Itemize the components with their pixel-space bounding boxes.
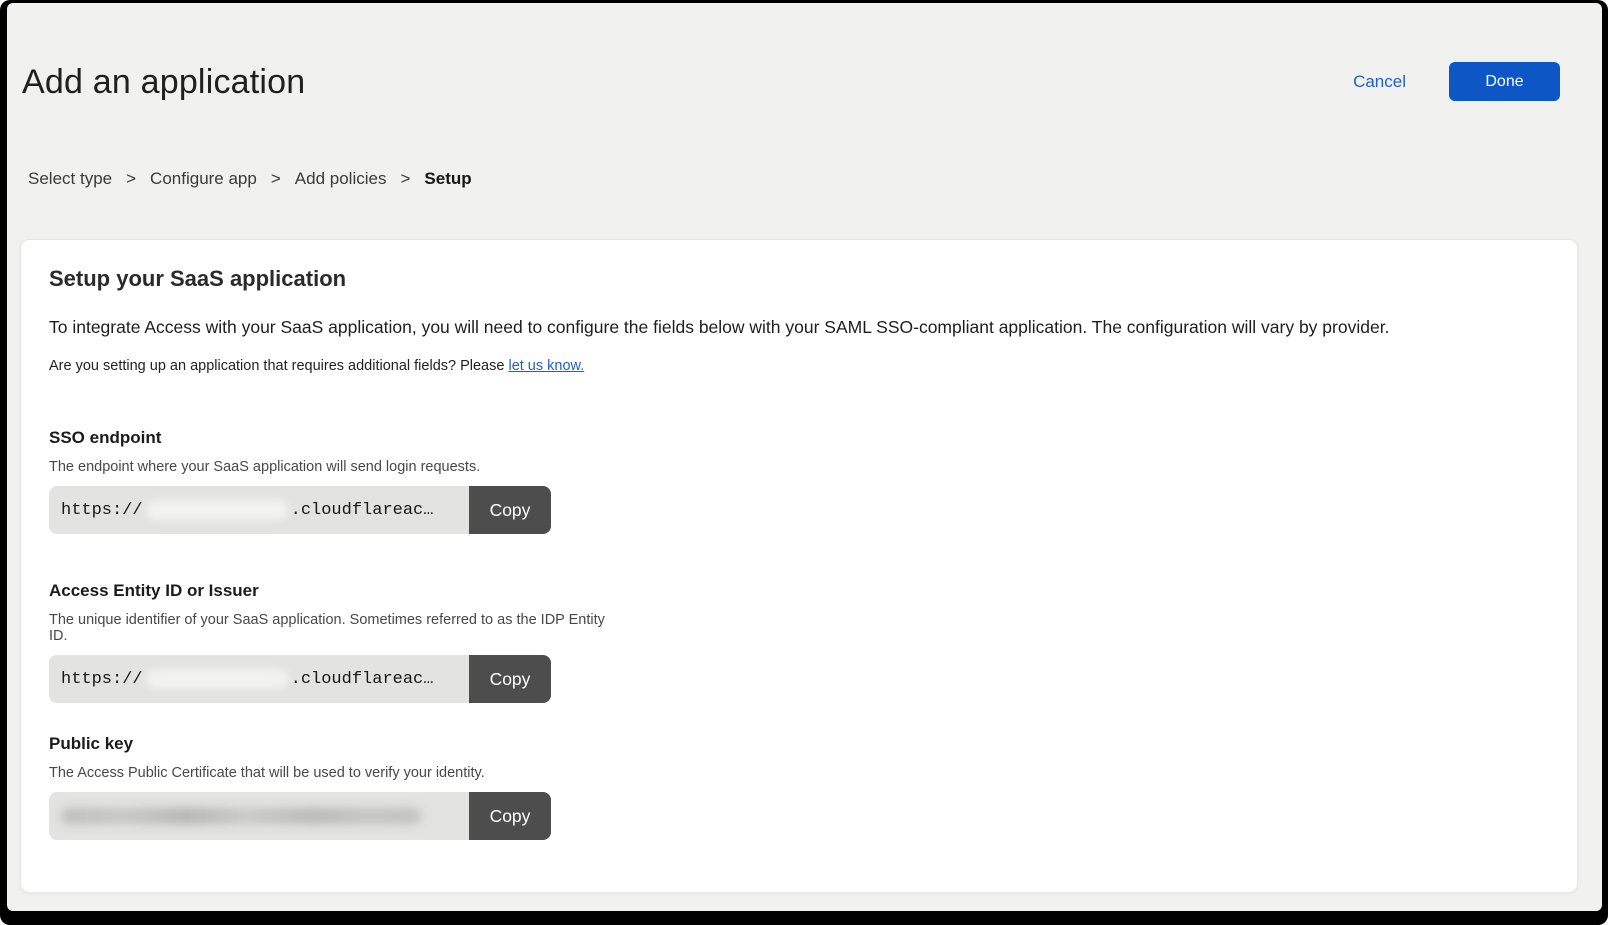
card-note: Are you setting up an application that r…: [49, 358, 584, 374]
field-label: Access Entity ID or Issuer: [49, 581, 609, 601]
access-entity-id-value[interactable]: https://.cloudflareac…: [49, 655, 469, 703]
breadcrumb: Select type > Configure app > Add polici…: [28, 169, 472, 189]
breadcrumb-configure-app[interactable]: Configure app: [150, 169, 257, 189]
card-heading: Setup your SaaS application: [49, 266, 346, 292]
card-intro-text: To integrate Access with your SaaS appli…: [49, 317, 1549, 338]
field-label: SSO endpoint: [49, 428, 609, 448]
cancel-button[interactable]: Cancel: [1353, 72, 1406, 92]
breadcrumb-separator: >: [126, 169, 136, 189]
field-label: Public key: [49, 734, 609, 754]
field-description: The endpoint where your SaaS application…: [49, 459, 609, 475]
field-sso-endpoint: SSO endpoint The endpoint where your Saa…: [49, 428, 609, 534]
redacted-value: [146, 669, 288, 689]
breadcrumb-add-policies[interactable]: Add policies: [295, 169, 387, 189]
public-key-value[interactable]: [49, 792, 469, 840]
sso-endpoint-value[interactable]: https://.cloudflareac…: [49, 486, 469, 534]
sso-endpoint-copy-button[interactable]: Copy: [469, 486, 551, 534]
access-entity-id-copy-button[interactable]: Copy: [469, 655, 551, 703]
breadcrumb-separator: >: [400, 169, 410, 189]
add-application-page: Add an application Cancel Done Select ty…: [7, 3, 1602, 911]
breadcrumb-select-type[interactable]: Select type: [28, 169, 112, 189]
field-row: Copy: [49, 792, 551, 840]
public-key-copy-button[interactable]: Copy: [469, 792, 551, 840]
field-access-entity-id: Access Entity ID or Issuer The unique id…: [49, 581, 609, 703]
field-row: https://.cloudflareac… Copy: [49, 655, 551, 703]
let-us-know-link[interactable]: let us know.: [508, 358, 584, 374]
card-note-text: Are you setting up an application that r…: [49, 358, 508, 374]
header-actions: Cancel Done: [1353, 62, 1560, 101]
screenshot-frame: Add an application Cancel Done Select ty…: [0, 0, 1608, 925]
field-description: The unique identifier of your SaaS appli…: [49, 612, 609, 644]
field-row: https://.cloudflareac… Copy: [49, 486, 551, 534]
redacted-value: [61, 808, 421, 824]
page-title: Add an application: [22, 63, 305, 102]
breadcrumb-separator: >: [271, 169, 281, 189]
breadcrumb-setup-current: Setup: [424, 169, 471, 189]
redacted-value: [146, 500, 288, 520]
field-public-key: Public key The Access Public Certificate…: [49, 734, 609, 840]
done-button[interactable]: Done: [1449, 62, 1560, 101]
field-description: The Access Public Certificate that will …: [49, 765, 609, 781]
setup-card: Setup your SaaS application To integrate…: [20, 239, 1578, 893]
